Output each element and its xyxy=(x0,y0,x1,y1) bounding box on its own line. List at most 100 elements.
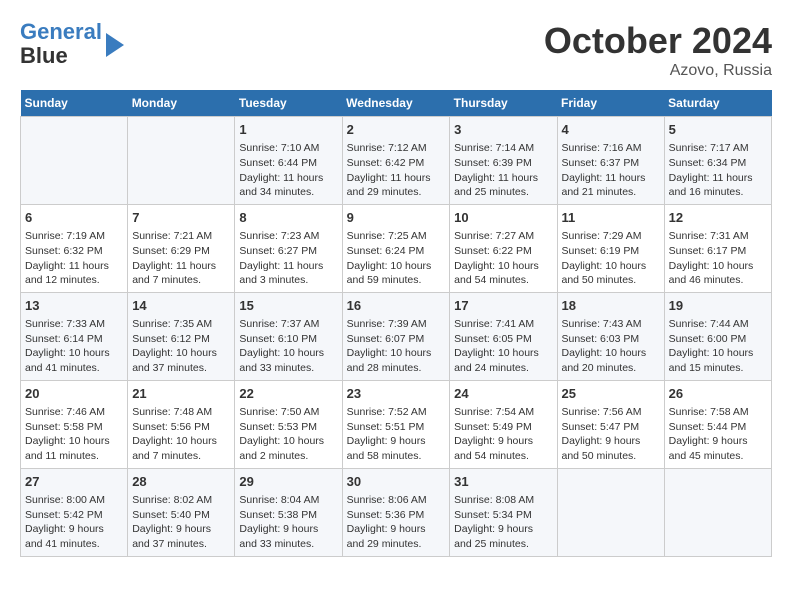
day-info: Sunset: 6:29 PM xyxy=(132,244,230,259)
day-info: Daylight: 10 hours and 28 minutes. xyxy=(347,346,446,375)
day-info: Sunset: 6:12 PM xyxy=(132,332,230,347)
day-info: Sunrise: 7:25 AM xyxy=(347,229,446,244)
day-info: Sunrise: 7:10 AM xyxy=(239,141,337,156)
day-header-tuesday: Tuesday xyxy=(235,90,342,117)
day-number: 11 xyxy=(562,209,660,227)
day-info: Daylight: 9 hours and 25 minutes. xyxy=(454,522,552,551)
day-info: Sunrise: 7:35 AM xyxy=(132,317,230,332)
calendar-cell: 4 Sunrise: 7:16 AMSunset: 6:37 PMDaylight… xyxy=(557,117,664,205)
day-header-sunday: Sunday xyxy=(21,90,128,117)
calendar-cell: 30Sunrise: 8:06 AMSunset: 5:36 PMDayligh… xyxy=(342,468,450,556)
logo-text: GeneralBlue xyxy=(20,20,102,68)
day-info: Sunset: 6:39 PM xyxy=(454,156,552,171)
day-info: Daylight: 11 hours and 21 minutes. xyxy=(562,171,660,200)
day-header-thursday: Thursday xyxy=(450,90,557,117)
calendar-cell: 9Sunrise: 7:25 AMSunset: 6:24 PMDaylight… xyxy=(342,204,450,292)
calendar-cell: 11Sunrise: 7:29 AMSunset: 6:19 PMDayligh… xyxy=(557,204,664,292)
title-block: October 2024 Azovo, Russia xyxy=(544,20,772,80)
calendar-cell: 10Sunrise: 7:27 AMSunset: 6:22 PMDayligh… xyxy=(450,204,557,292)
calendar-cell: 2Sunrise: 7:12 AMSunset: 6:42 PMDaylight… xyxy=(342,117,450,205)
day-info: Sunrise: 7:14 AM xyxy=(454,141,552,156)
page-title: October 2024 xyxy=(544,20,772,62)
day-info: Daylight: 10 hours and 41 minutes. xyxy=(25,346,123,375)
day-info: Sunrise: 7:41 AM xyxy=(454,317,552,332)
day-number: 2 xyxy=(347,121,446,139)
day-info: Sunrise: 7:39 AM xyxy=(347,317,446,332)
day-info: Sunset: 6:14 PM xyxy=(25,332,123,347)
day-number: 5 xyxy=(669,121,767,139)
day-info: Daylight: 10 hours and 59 minutes. xyxy=(347,259,446,288)
calendar-cell: 22Sunrise: 7:50 AMSunset: 5:53 PMDayligh… xyxy=(235,380,342,468)
day-number: 19 xyxy=(669,297,767,315)
day-info: Daylight: 11 hours and 3 minutes. xyxy=(239,259,337,288)
day-number: 9 xyxy=(347,209,446,227)
day-info: Sunset: 6:42 PM xyxy=(347,156,446,171)
day-info: Sunset: 5:38 PM xyxy=(239,508,337,523)
day-info: Sunrise: 7:52 AM xyxy=(347,405,446,420)
calendar-cell: 18Sunrise: 7:43 AMSunset: 6:03 PMDayligh… xyxy=(557,292,664,380)
day-info: Daylight: 9 hours and 29 minutes. xyxy=(347,522,446,551)
day-info: Daylight: 10 hours and 50 minutes. xyxy=(562,259,660,288)
calendar-cell: 7Sunrise: 7:21 AMSunset: 6:29 PMDaylight… xyxy=(128,204,235,292)
day-info: Daylight: 10 hours and 2 minutes. xyxy=(239,434,337,463)
calendar-cell: 14Sunrise: 7:35 AMSunset: 6:12 PMDayligh… xyxy=(128,292,235,380)
calendar-cell: 12Sunrise: 7:31 AMSunset: 6:17 PMDayligh… xyxy=(664,204,771,292)
calendar-cell xyxy=(557,468,664,556)
day-info: Sunrise: 7:16 AM xyxy=(562,141,660,156)
day-info: Sunset: 6:10 PM xyxy=(239,332,337,347)
day-number: 23 xyxy=(347,385,446,403)
day-info: Sunset: 6:32 PM xyxy=(25,244,123,259)
day-info: Sunrise: 7:27 AM xyxy=(454,229,552,244)
logo-arrow-icon xyxy=(106,33,124,57)
day-info: Sunrise: 7:48 AM xyxy=(132,405,230,420)
calendar-cell: 6Sunrise: 7:19 AMSunset: 6:32 PMDaylight… xyxy=(21,204,128,292)
calendar-cell xyxy=(664,468,771,556)
day-info: Sunset: 6:34 PM xyxy=(669,156,767,171)
day-info: Sunset: 5:49 PM xyxy=(454,420,552,435)
day-info: Sunset: 6:37 PM xyxy=(562,156,660,171)
day-info: Sunrise: 7:44 AM xyxy=(669,317,767,332)
day-info: Sunset: 6:07 PM xyxy=(347,332,446,347)
day-info: Sunrise: 8:06 AM xyxy=(347,493,446,508)
day-info: Sunset: 5:42 PM xyxy=(25,508,123,523)
day-info: Sunset: 5:34 PM xyxy=(454,508,552,523)
day-info: Sunrise: 7:23 AM xyxy=(239,229,337,244)
day-info: Daylight: 11 hours and 7 minutes. xyxy=(132,259,230,288)
calendar-cell: 23Sunrise: 7:52 AMSunset: 5:51 PMDayligh… xyxy=(342,380,450,468)
day-info: Sunrise: 7:46 AM xyxy=(25,405,123,420)
day-info: Sunset: 6:00 PM xyxy=(669,332,767,347)
day-number: 27 xyxy=(25,473,123,491)
calendar-cell: 15Sunrise: 7:37 AMSunset: 6:10 PMDayligh… xyxy=(235,292,342,380)
page-subtitle: Azovo, Russia xyxy=(544,62,772,80)
day-info: Daylight: 9 hours and 58 minutes. xyxy=(347,434,446,463)
day-info: Sunrise: 7:19 AM xyxy=(25,229,123,244)
day-info: Daylight: 9 hours and 37 minutes. xyxy=(132,522,230,551)
calendar-cell: 16Sunrise: 7:39 AMSunset: 6:07 PMDayligh… xyxy=(342,292,450,380)
calendar-cell: 13Sunrise: 7:33 AMSunset: 6:14 PMDayligh… xyxy=(21,292,128,380)
day-info: Daylight: 10 hours and 24 minutes. xyxy=(454,346,552,375)
day-info: Daylight: 9 hours and 45 minutes. xyxy=(669,434,767,463)
day-info: Sunrise: 7:37 AM xyxy=(239,317,337,332)
day-number: 4 xyxy=(562,121,660,139)
day-info: Sunset: 5:36 PM xyxy=(347,508,446,523)
day-info: Daylight: 11 hours and 12 minutes. xyxy=(25,259,123,288)
day-info: Sunrise: 7:54 AM xyxy=(454,405,552,420)
calendar-table: SundayMondayTuesdayWednesdayThursdayFrid… xyxy=(20,90,772,557)
day-info: Sunset: 5:44 PM xyxy=(669,420,767,435)
day-info: Sunset: 6:19 PM xyxy=(562,244,660,259)
day-number: 7 xyxy=(132,209,230,227)
day-info: Daylight: 10 hours and 20 minutes. xyxy=(562,346,660,375)
day-number: 12 xyxy=(669,209,767,227)
day-header-friday: Friday xyxy=(557,90,664,117)
day-info: Sunrise: 7:33 AM xyxy=(25,317,123,332)
day-info: Daylight: 10 hours and 7 minutes. xyxy=(132,434,230,463)
day-info: Daylight: 10 hours and 33 minutes. xyxy=(239,346,337,375)
logo: GeneralBlue xyxy=(20,20,124,68)
day-info: Sunrise: 7:12 AM xyxy=(347,141,446,156)
calendar-cell: 26Sunrise: 7:58 AMSunset: 5:44 PMDayligh… xyxy=(664,380,771,468)
day-number: 18 xyxy=(562,297,660,315)
day-info: Sunset: 5:47 PM xyxy=(562,420,660,435)
day-info: Sunset: 5:56 PM xyxy=(132,420,230,435)
calendar-cell: 31Sunrise: 8:08 AMSunset: 5:34 PMDayligh… xyxy=(450,468,557,556)
calendar-week-row: 13Sunrise: 7:33 AMSunset: 6:14 PMDayligh… xyxy=(21,292,772,380)
